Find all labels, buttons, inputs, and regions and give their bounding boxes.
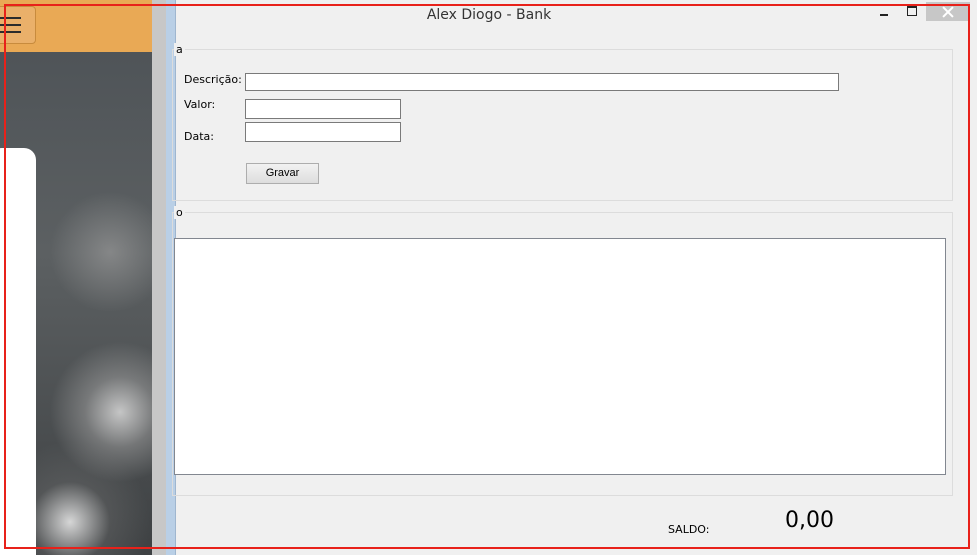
data-input[interactable] xyxy=(245,122,401,142)
descricao-label: Descrição: xyxy=(184,73,242,86)
saldo-label: SALDO: xyxy=(668,523,710,536)
title-bar[interactable]: Alex Diogo - Bank xyxy=(176,0,977,30)
gravar-button[interactable]: Gravar xyxy=(246,163,319,184)
close-icon[interactable] xyxy=(926,2,970,21)
window-splitter xyxy=(152,0,166,555)
saldo-value: 0,00 xyxy=(785,508,834,533)
background-card xyxy=(0,148,36,555)
minimize-icon[interactable] xyxy=(873,2,897,22)
valor-input[interactable] xyxy=(245,99,401,119)
entry-group-label: a xyxy=(174,43,185,56)
transactions-listbox[interactable] xyxy=(174,238,946,475)
valor-label: Valor: xyxy=(184,98,216,111)
maximize-icon[interactable] xyxy=(900,2,924,22)
bank-window: Alex Diogo - Bank a Descrição: Valor: Da… xyxy=(172,0,977,555)
descricao-input[interactable] xyxy=(245,73,839,91)
data-label: Data: xyxy=(184,130,214,143)
background-app xyxy=(0,0,152,555)
window-title: Alex Diogo - Bank xyxy=(426,7,552,23)
transactions-group-label: o xyxy=(174,206,185,219)
hamburger-menu-icon[interactable] xyxy=(0,6,36,44)
